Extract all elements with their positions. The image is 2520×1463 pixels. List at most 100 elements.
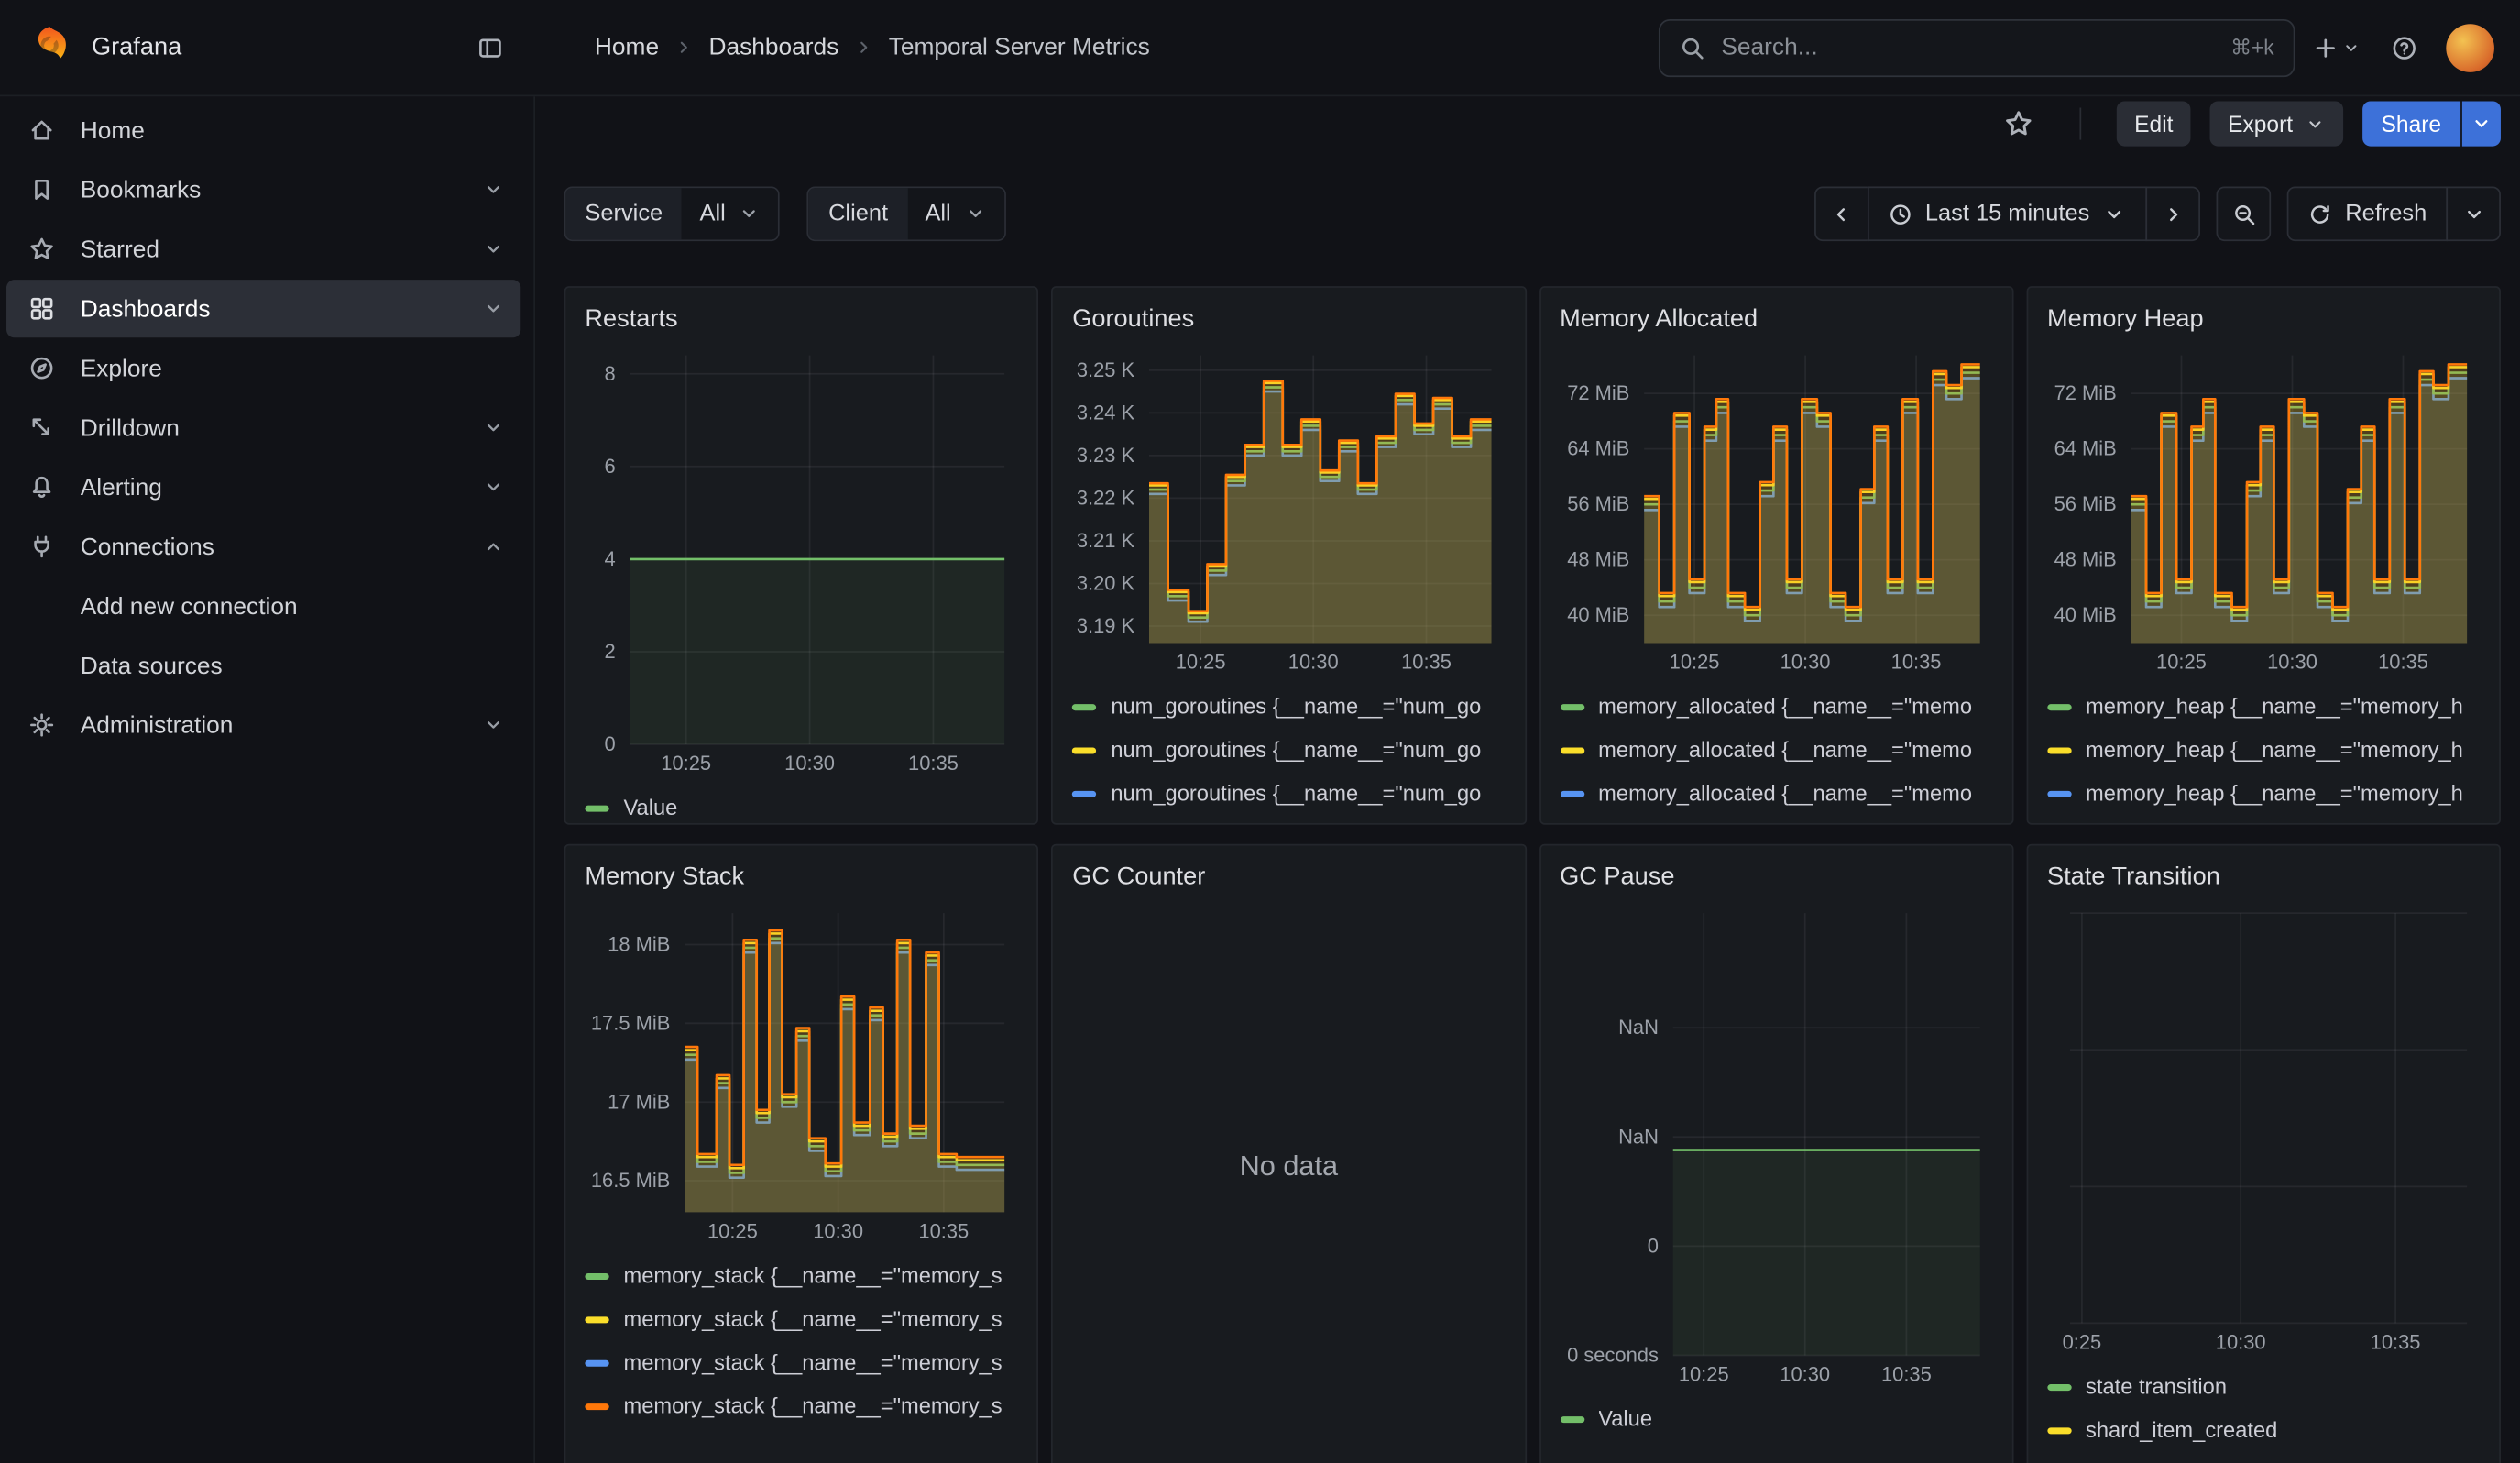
variable-label: Service (565, 188, 682, 239)
variable-value-dropdown[interactable]: All (682, 188, 778, 239)
svg-text:3.21 K: 3.21 K (1077, 529, 1135, 552)
legend-item[interactable]: memory_stack {__name__="memory_s (585, 1297, 1017, 1340)
panel-title[interactable]: Memory Allocated (1560, 301, 1992, 339)
nav-left: Grafana (0, 22, 535, 73)
legend-item[interactable]: memory_allocated {__name__="memo (1560, 815, 1992, 825)
chevron-up-icon[interactable] (482, 535, 505, 558)
svg-text:64 MiB: 64 MiB (1566, 437, 1628, 460)
sidebar-item-add-new-connection[interactable]: Add new connection (6, 578, 520, 635)
legend-item[interactable]: memory_allocated {__name__="memo (1560, 772, 1992, 815)
legend-item[interactable]: num_goroutines {__name__="num_go (1072, 815, 1505, 825)
legend-item[interactable]: memory_heap {__name__="memory_h (2047, 772, 2480, 815)
svg-text:10:30: 10:30 (1288, 651, 1339, 674)
legend-item[interactable]: memory_stack {__name__="memory_s (585, 1384, 1017, 1427)
sidebar-item-bookmarks[interactable]: Bookmarks (6, 160, 520, 218)
svg-text:16.5 MiB: 16.5 MiB (591, 1169, 670, 1192)
drilldown-icon (29, 414, 55, 440)
grafana-app: Grafana HomeDashboardsTemporal Server Me… (0, 0, 2520, 1463)
time-forward-button[interactable] (2146, 186, 2201, 241)
panel-title[interactable]: Memory Stack (585, 859, 1017, 897)
sidebar-item-data-sources[interactable]: Data sources (6, 637, 520, 695)
legend-item[interactable]: state transition (2047, 1365, 2480, 1408)
panel-title[interactable]: GC Counter (1072, 859, 1505, 897)
breadcrumb-item-dashboards[interactable]: Dashboards (708, 34, 838, 61)
legend: Value (1560, 1397, 1992, 1440)
panel-title[interactable]: State Transition (2047, 859, 2480, 897)
breadcrumb-item-home[interactable]: Home (595, 34, 659, 61)
legend-item[interactable]: Value (1560, 1397, 1992, 1440)
new-button[interactable] (2311, 22, 2362, 73)
share-button-group: Share (2361, 101, 2500, 146)
sidebar-item-connections[interactable]: Connections (6, 518, 520, 576)
legend-swatch (2047, 1427, 2071, 1434)
legend-item[interactable]: memory_allocated {__name__="memo (1560, 685, 1992, 728)
chevron-down-icon[interactable] (482, 297, 505, 320)
help-button[interactable] (2379, 22, 2430, 73)
svg-text:10:30: 10:30 (813, 1219, 863, 1242)
legend-item[interactable]: memory_heap {__name__="memory_h (2047, 685, 2480, 728)
svg-text:0: 0 (605, 732, 616, 755)
sidebar-item-drilldown[interactable]: Drilldown (6, 399, 520, 456)
chart-memory-allocated[interactable]: 72 MiB64 MiB56 MiB48 MiB40 MiB10:2510:30… (1560, 343, 1992, 679)
svg-text:3.23 K: 3.23 K (1077, 444, 1135, 467)
legend-item[interactable]: num_goroutines {__name__="num_go (1072, 772, 1505, 815)
legend-item[interactable]: num_goroutines {__name__="num_go (1072, 685, 1505, 728)
dock-menu-button[interactable] (465, 22, 516, 73)
chart-restarts[interactable]: 0246810:2510:3010:35 (585, 343, 1017, 780)
legend-item[interactable]: memory_allocated {__name__="memo (1560, 728, 1992, 771)
refresh-button[interactable]: Refresh (2287, 186, 2448, 241)
chart-goroutines[interactable]: 3.25 K3.24 K3.23 K3.22 K3.21 K3.20 K3.19… (1072, 343, 1505, 679)
time-range-picker[interactable]: Last 15 minutes (1868, 186, 2148, 241)
chart-memory-heap[interactable]: 72 MiB64 MiB56 MiB48 MiB40 MiB10:2510:30… (2047, 343, 2480, 679)
legend-item[interactable]: shard_item_created (2047, 1408, 2480, 1451)
chart-memory-stack[interactable]: 18 MiB17.5 MiB17 MiB16.5 MiB10:2510:3010… (585, 900, 1017, 1248)
legend-item[interactable]: Value (585, 786, 1017, 825)
sidebar-item-dashboards[interactable]: Dashboards (6, 280, 520, 337)
svg-text:3.20 K: 3.20 K (1077, 571, 1135, 594)
sidebar-item-home[interactable]: Home (6, 101, 520, 159)
legend-label: memory_allocated {__name__="memo (1598, 738, 1972, 762)
variable-value-dropdown[interactable]: All (907, 188, 1003, 239)
favorite-button[interactable] (1993, 98, 2044, 149)
grafana-logo-icon[interactable] (29, 24, 71, 71)
legend-item[interactable]: memory_heap {__name__="memory_h (2047, 728, 2480, 771)
panel-title[interactable]: Memory Heap (2047, 301, 2480, 339)
refresh-interval-button[interactable] (2446, 186, 2501, 241)
svg-text:10:35: 10:35 (1890, 651, 1941, 674)
chevron-down-icon[interactable] (482, 238, 505, 261)
export-button[interactable]: Export (2210, 101, 2343, 146)
svg-text:10:30: 10:30 (2215, 1330, 2265, 1353)
avatar[interactable] (2446, 23, 2494, 72)
panel-title[interactable]: Goroutines (1072, 301, 1505, 339)
chart-gc-pause[interactable]: NaNNaN00 seconds10:2510:3010:35 (1560, 900, 1992, 1391)
variable-selected-value: All (925, 201, 950, 226)
search-input[interactable]: Search... ⌘+k (1659, 18, 2295, 76)
panel-title[interactable]: GC Pause (1560, 859, 1992, 897)
legend-label: Value (1598, 1407, 1652, 1431)
legend-item[interactable]: num_goroutines {__name__="num_go (1072, 728, 1505, 771)
chevron-down-icon (739, 203, 761, 226)
sidebar-item-starred[interactable]: Starred (6, 220, 520, 278)
chevron-down-icon[interactable] (482, 416, 505, 439)
sidebar-item-explore[interactable]: Explore (6, 339, 520, 397)
share-button[interactable]: Share (2361, 101, 2460, 146)
sidebar-item-alerting[interactable]: Alerting (6, 458, 520, 516)
chevron-down-icon[interactable] (482, 476, 505, 499)
chevron-down-icon[interactable] (482, 179, 505, 202)
legend-item[interactable]: memory_stack {__name__="memory_s (585, 1254, 1017, 1297)
dashboard-grid: Restarts 0246810:2510:3010:35 Value Gorouti… (564, 286, 2501, 1463)
legend-item[interactable]: memory_stack {__name__="memory_s (585, 1341, 1017, 1384)
zoom-out-button[interactable] (2217, 186, 2272, 241)
plus-icon (2313, 35, 2339, 60)
star-icon (29, 236, 55, 262)
share-caret-button[interactable] (2462, 101, 2501, 146)
legend-label: num_goroutines {__name__="num_go (1111, 781, 1481, 805)
edit-button[interactable]: Edit (2117, 101, 2191, 146)
legend-item[interactable]: memory_heap {__name__="memory_h (2047, 815, 2480, 825)
chevron-down-icon[interactable] (482, 714, 505, 737)
svg-text:10:25: 10:25 (2156, 651, 2207, 674)
chart-state-transition[interactable]: 0:2510:3010:35 (2047, 900, 2480, 1358)
sidebar-item-administration[interactable]: Administration (6, 696, 520, 754)
panel-title[interactable]: Restarts (585, 301, 1017, 339)
time-back-button[interactable] (1814, 186, 1869, 241)
